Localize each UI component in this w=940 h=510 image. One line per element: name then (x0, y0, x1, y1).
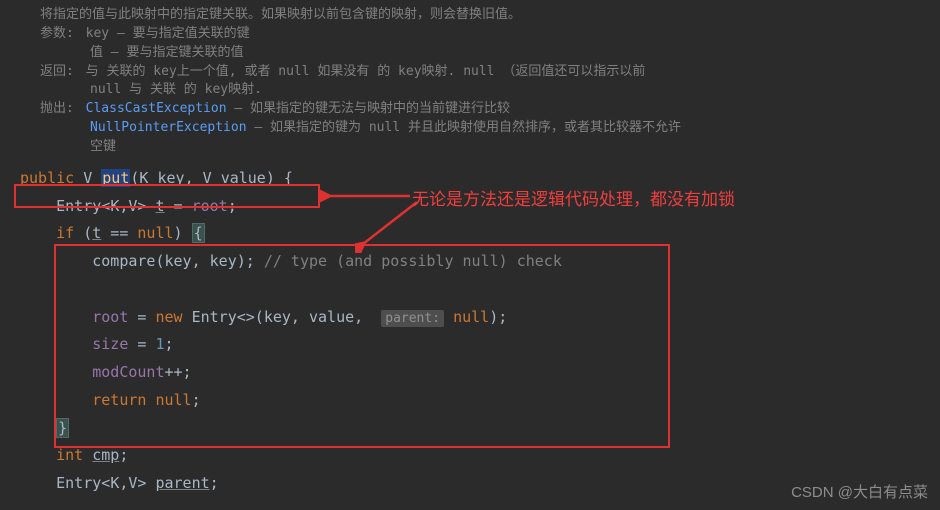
param-hint: parent: (381, 310, 444, 327)
annotation-text: 无论是方法还是逻辑代码处理，都没有加锁 (412, 185, 735, 210)
javadoc-block: 将指定的值与此映射中的指定键关联。如果映射以前包含键的映射，则会替换旧值。 参数… (0, 0, 940, 165)
kw-null: null (137, 224, 173, 242)
kw-null3: null (155, 391, 191, 409)
code-line-3[interactable]: if (t == null) { (20, 220, 940, 248)
code-line-10[interactable]: int cmp; (20, 442, 940, 470)
watermark: CSDN @大白有点菜 (791, 481, 928, 502)
doc-params-label: 参数: (40, 25, 74, 44)
code-line-9[interactable]: } (20, 415, 940, 443)
type-entry2: Entry (56, 474, 101, 492)
var-t: t (155, 197, 164, 215)
param-value: value (221, 169, 266, 187)
new-entry: Entry<>(key, value, (192, 308, 373, 326)
doc-params: 参数: key – 要与指定值关联的键 (40, 25, 940, 44)
type-K: K (139, 169, 157, 187)
code-line-4[interactable]: compare(key, key); // type (and possibly… (20, 248, 940, 276)
field-root2: root (92, 308, 128, 326)
type-entry: Entry (56, 197, 101, 215)
doc-throws: 抛出: ClassCastException – 如果指定的键无法与映射中的当前… (40, 100, 940, 119)
kw-public: public (20, 169, 74, 187)
field-modcount: modCount (92, 363, 164, 381)
param-key: key (157, 169, 184, 187)
type-k: K (110, 197, 119, 215)
var-cmp: cmp (92, 446, 119, 464)
kw-return: return (92, 391, 146, 409)
doc-returns-text1: 与 关联的 key上一个值, 或者 null 如果没有 的 key映射. nul… (86, 64, 646, 79)
field-root: root (192, 197, 228, 215)
code-line-8[interactable]: return null; (20, 387, 940, 415)
brace-close-hl: } (56, 418, 69, 438)
doc-throws2-text2: 空键 (90, 138, 940, 157)
doc-throws1-ex[interactable]: ClassCastException (86, 101, 227, 116)
type-V: V (83, 169, 92, 187)
code-editor[interactable]: public V put(K key, V value) { Entry<K,V… (0, 165, 940, 498)
code-line-6[interactable]: size = 1; (20, 331, 940, 359)
num-1: 1 (155, 335, 164, 353)
field-size: size (92, 335, 128, 353)
var-t2: t (92, 224, 101, 242)
eq2: = (128, 335, 155, 353)
doc-param-value: 值 – 要与指定键关联的值 (90, 44, 940, 63)
type-V2: V (203, 169, 221, 187)
kw-int: int (56, 446, 83, 464)
doc-returns-label: 返回: (40, 63, 74, 82)
kw-if: if (56, 224, 74, 242)
brace-open-hl: { (192, 223, 205, 243)
code-line-5[interactable]: root = new Entry<>(key, value, parent: n… (20, 304, 940, 332)
code-line-blank[interactable] (20, 276, 940, 304)
op-pp: ++; (165, 363, 192, 381)
doc-returns: 返回: 与 关联的 key上一个值, 或者 null 如果没有 的 key映射.… (40, 63, 940, 82)
doc-throws-label: 抛出: (40, 100, 74, 119)
method-put: put (101, 169, 130, 187)
brace-open: { (284, 169, 293, 187)
var-parent: parent (155, 474, 209, 492)
eq: = (165, 197, 192, 215)
doc-summary: 将指定的值与此映射中的指定键关联。如果映射以前包含键的映射，则会替换旧值。 (40, 6, 940, 25)
comment-type: // type (and possibly null) check (264, 252, 562, 270)
type-k2: K (110, 474, 119, 492)
doc-param-key: key – 要与指定值关联的键 (86, 26, 250, 41)
code-line-7[interactable]: modCount++; (20, 359, 940, 387)
doc-throws1-text: – 如果指定的键无法与映射中的当前键进行比较 (227, 101, 510, 116)
type-v2: V (128, 474, 137, 492)
doc-returns-text2: null 与 关联 的 key映射. (90, 81, 940, 100)
doc-throws2-text: – 如果指定的键为 null 并且此映射使用自然排序，或者其比较器不允许 (247, 120, 681, 135)
type-v: V (128, 197, 137, 215)
call-compare: compare(key, key); (92, 252, 264, 270)
kw-new: new (155, 308, 182, 326)
doc-throws2: NullPointerException – 如果指定的键为 null 并且此映… (90, 119, 940, 138)
kw-null2: null (453, 308, 489, 326)
doc-throws2-ex[interactable]: NullPointerException (90, 120, 247, 135)
